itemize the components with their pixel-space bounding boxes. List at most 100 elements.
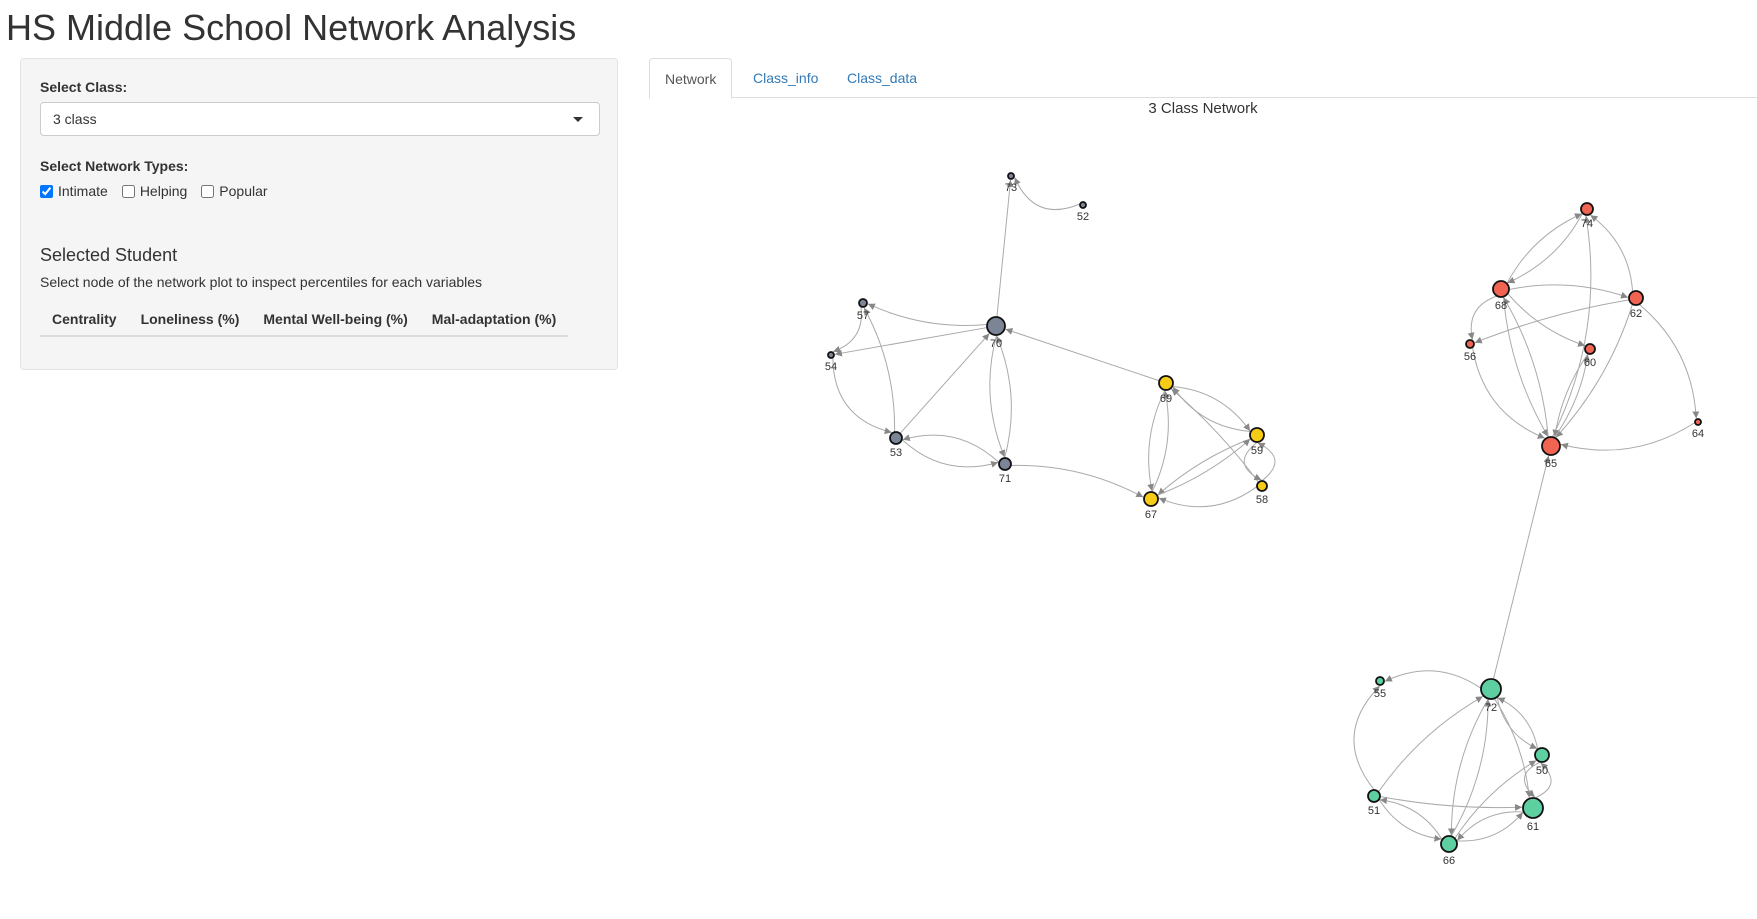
- network-node[interactable]: 52: [1077, 201, 1089, 223]
- network-graph[interactable]: 73 52 57 70 54 53 71 69 59 58 67 74 68 62 56 60 64 65 55 72…: [0, 0, 1757, 919]
- network-node-label: 67: [1145, 509, 1157, 521]
- network-edge: [1171, 388, 1259, 483]
- network-edge: [1551, 215, 1592, 438]
- network-node-circle[interactable]: [1628, 290, 1644, 306]
- network-node-circle[interactable]: [1367, 789, 1381, 803]
- network-edge: [1506, 213, 1583, 284]
- network-edge: [1157, 438, 1252, 496]
- network-node-circle[interactable]: [1249, 427, 1265, 443]
- network-node[interactable]: 51: [1367, 789, 1381, 817]
- network-node-circle[interactable]: [1522, 797, 1544, 819]
- network-edge: [1638, 303, 1700, 419]
- network-node[interactable]: 65: [1541, 436, 1561, 470]
- network-node-circle[interactable]: [1158, 375, 1174, 391]
- network-edge: [1353, 685, 1381, 791]
- network-node[interactable]: 67: [1143, 491, 1159, 521]
- network-edge: [1454, 760, 1537, 839]
- network-edge: [1590, 214, 1634, 292]
- network-edge: [1378, 798, 1442, 842]
- network-node-label: 58: [1256, 494, 1268, 506]
- network-node-circle[interactable]: [1440, 835, 1458, 853]
- network-edge: [867, 303, 988, 326]
- network-edge: [1496, 696, 1538, 750]
- network-node-label: 71: [999, 473, 1011, 485]
- network-node-label: 69: [1160, 393, 1172, 405]
- network-node[interactable]: 71: [998, 457, 1012, 485]
- network-node-circle[interactable]: [1079, 201, 1087, 209]
- network-edge: [899, 333, 990, 434]
- network-node-label: 55: [1374, 688, 1386, 700]
- network-node-circle[interactable]: [986, 316, 1006, 336]
- network-node-label: 51: [1368, 805, 1380, 817]
- network-node-label: 54: [825, 361, 837, 373]
- network-node[interactable]: 50: [1534, 747, 1550, 777]
- network-node[interactable]: 60: [1584, 343, 1596, 369]
- network-node[interactable]: 72: [1480, 678, 1502, 714]
- network-node-label: 61: [1527, 821, 1539, 833]
- network-node-circle[interactable]: [1492, 280, 1510, 298]
- network-edge: [1507, 293, 1586, 347]
- network-node[interactable]: 73: [1005, 172, 1017, 194]
- network-node-circle[interactable]: [1584, 343, 1596, 355]
- network-node[interactable]: 69: [1158, 375, 1174, 405]
- network-node-circle[interactable]: [1256, 480, 1268, 492]
- network-node-label: 60: [1584, 357, 1596, 369]
- network-node[interactable]: 55: [1374, 676, 1386, 700]
- network-node-circle[interactable]: [1375, 676, 1385, 686]
- network-edge: [1379, 797, 1443, 840]
- network-node[interactable]: 70: [986, 316, 1006, 350]
- network-node-label: 62: [1630, 308, 1642, 320]
- network-node-label: 57: [857, 310, 869, 322]
- network-node-label: 66: [1443, 855, 1455, 867]
- network-edge: [832, 357, 892, 435]
- network-node[interactable]: 61: [1522, 797, 1544, 833]
- network-node[interactable]: 57: [857, 298, 869, 322]
- network-node-circle[interactable]: [1694, 418, 1702, 426]
- network-edge: [1447, 698, 1489, 836]
- network-edge: [1560, 422, 1696, 451]
- network-node-circle[interactable]: [827, 351, 835, 359]
- network-node[interactable]: 53: [889, 431, 903, 459]
- network-node-circle[interactable]: [1541, 436, 1561, 456]
- network-edge: [1508, 284, 1629, 299]
- network-node-circle[interactable]: [1580, 202, 1594, 216]
- network-node[interactable]: 58: [1256, 480, 1268, 506]
- network-edge: [863, 307, 896, 433]
- network-edge: [1005, 328, 1160, 382]
- network-edge: [989, 334, 1006, 458]
- network-edge: [1147, 389, 1166, 492]
- network-edge: [901, 439, 999, 468]
- network-edge: [1384, 670, 1482, 689]
- network-node[interactable]: 56: [1464, 339, 1476, 363]
- network-node-label: 70: [990, 338, 1002, 350]
- network-node-circle[interactable]: [1007, 172, 1015, 180]
- network-node[interactable]: 66: [1440, 835, 1458, 867]
- network-node-circle[interactable]: [1465, 339, 1475, 349]
- network-node-circle[interactable]: [1534, 747, 1550, 763]
- network-edge: [1553, 354, 1591, 438]
- network-edge: [1156, 438, 1251, 496]
- network-node-circle[interactable]: [858, 298, 868, 308]
- network-edge: [1450, 699, 1492, 837]
- network-node-label: 74: [1581, 218, 1593, 230]
- network-node-circle[interactable]: [998, 457, 1012, 471]
- network-node-circle[interactable]: [1480, 678, 1502, 700]
- network-edge: [996, 179, 1014, 318]
- network-node[interactable]: 74: [1580, 202, 1594, 230]
- network-edge: [1503, 297, 1549, 438]
- network-node[interactable]: 54: [825, 351, 837, 373]
- network-node-circle[interactable]: [889, 431, 903, 445]
- network-node[interactable]: 64: [1692, 418, 1704, 440]
- network-node-label: 73: [1005, 182, 1017, 194]
- network-edge: [1379, 795, 1523, 811]
- network-node-label: 50: [1536, 765, 1548, 777]
- network-node-circle[interactable]: [1143, 491, 1159, 507]
- network-edge: [1555, 303, 1633, 438]
- network-node[interactable]: 59: [1249, 427, 1265, 457]
- network-node-label: 52: [1077, 211, 1089, 223]
- network-node-label: 65: [1545, 458, 1557, 470]
- network-edge: [1507, 212, 1584, 284]
- network-node-label: 53: [890, 447, 902, 459]
- network-edge: [1151, 390, 1170, 493]
- network-edge: [1014, 177, 1081, 211]
